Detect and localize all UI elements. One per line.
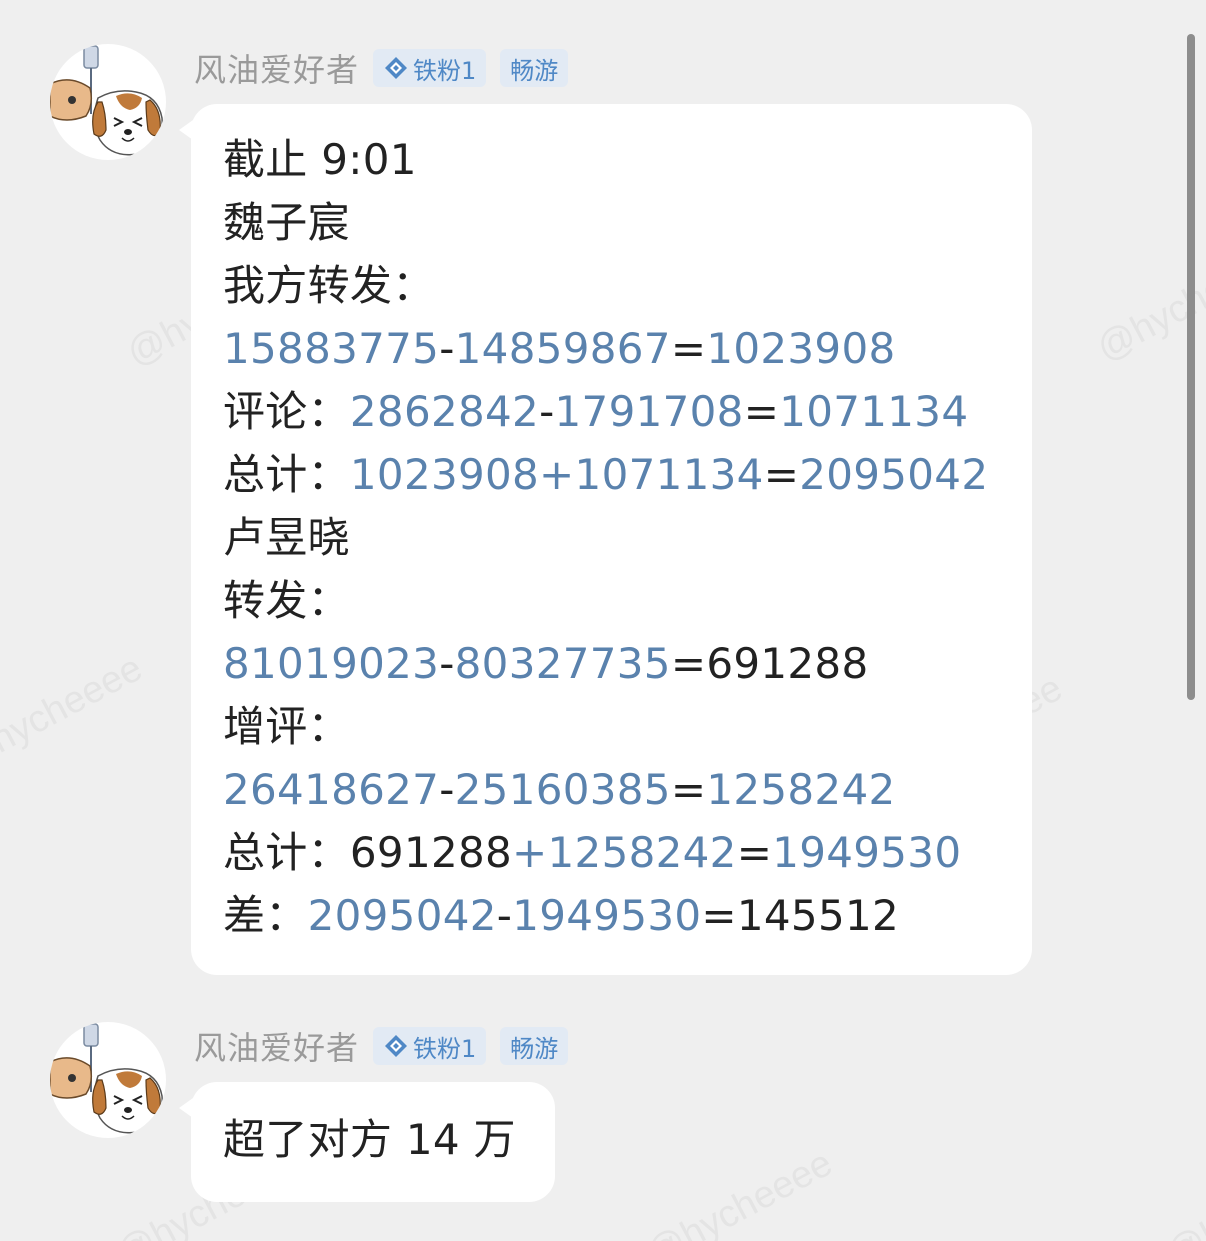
avatar[interactable] xyxy=(50,44,166,160)
scrollbar[interactable] xyxy=(1187,34,1195,700)
message-line: 差：2095042-1949530=145512 xyxy=(223,884,1000,947)
message-bubble[interactable]: 超了对方 14 万 xyxy=(179,1082,555,1202)
number-segment: 2095042 xyxy=(307,891,497,940)
number-segment: 1258242 xyxy=(706,765,896,814)
text-segment: = xyxy=(670,765,707,814)
chat-message: 风油爱好者 铁粉1 畅游 截止 9:01 魏子宸 我方转发： 15883775-148… xyxy=(0,0,1180,1000)
number-segment: 1949530 xyxy=(772,828,962,877)
text-segment: = xyxy=(736,828,773,877)
number-segment: +1258242 xyxy=(512,828,737,877)
number-segment: 81019023 xyxy=(223,639,440,688)
number-segment: 1023908+1071134 xyxy=(349,450,764,499)
text-segment: 超了对方 14 万 xyxy=(223,1115,516,1164)
text-segment: 魏子宸 xyxy=(223,198,350,247)
message-text: 超了对方 14 万 xyxy=(223,1108,523,1171)
sender-row: 风油爱好者 铁粉1 畅游 xyxy=(194,45,569,91)
level-badge[interactable]: 畅游 xyxy=(500,1027,569,1065)
message-bubble[interactable]: 截止 9:01 魏子宸 我方转发： 15883775-14859867=1023908… xyxy=(179,104,1032,975)
diamond-icon xyxy=(385,57,408,79)
number-segment: 14859867 xyxy=(454,324,671,373)
text-segment: = xyxy=(670,324,707,373)
fan-badge[interactable]: 铁粉1 xyxy=(373,49,487,87)
number-segment: 25160385 xyxy=(454,765,671,814)
text-segment: 截止 9:01 xyxy=(223,135,417,184)
number-segment: 15883775 xyxy=(223,324,440,373)
number-segment: 26418627 xyxy=(223,765,440,814)
avatar[interactable] xyxy=(50,1022,166,1138)
text-segment: 总计：691288 xyxy=(223,828,513,877)
dog-avatar-icon xyxy=(50,1023,163,1134)
text-segment: - xyxy=(439,324,455,373)
message-line: 截止 9:01 xyxy=(223,128,1000,191)
text-segment: =691288 xyxy=(670,639,869,688)
message-line: 卢昱晓 xyxy=(223,506,1000,569)
number-segment: 80327735 xyxy=(454,639,671,688)
message-line: 15883775-14859867=1023908 xyxy=(223,317,1000,380)
bubble-tail xyxy=(179,120,193,140)
message-line: 增评： xyxy=(223,695,1000,758)
text-segment: 差： xyxy=(223,891,308,940)
message-line: 81019023-80327735=691288 xyxy=(223,632,1000,695)
message-text: 截止 9:01 魏子宸 我方转发： 15883775-14859867=1023908… xyxy=(223,128,1000,947)
chat-window: @hycheeee @hycheeee @hycheeee @hycheeee … xyxy=(0,0,1206,1241)
dog-avatar-icon xyxy=(50,45,163,156)
message-line: 魏子宸 xyxy=(223,191,1000,254)
sender-name[interactable]: 风油爱好者 xyxy=(194,45,359,91)
text-segment: - xyxy=(439,639,455,688)
fan-badge[interactable]: 铁粉1 xyxy=(373,1027,487,1065)
text-segment: 卢昱晓 xyxy=(223,513,350,562)
number-segment: 1023908 xyxy=(706,324,896,373)
sender-name[interactable]: 风油爱好者 xyxy=(194,1023,359,1069)
number-segment: 2862842 xyxy=(349,387,540,436)
text-segment: =145512 xyxy=(701,891,900,940)
sender-row: 风油爱好者 铁粉1 畅游 xyxy=(194,1023,569,1069)
text-segment: - xyxy=(496,891,513,940)
number-segment: 1071134 xyxy=(779,387,969,436)
message-line: 超了对方 14 万 xyxy=(223,1108,523,1171)
bubble-tail xyxy=(179,1098,193,1118)
text-segment: 评论： xyxy=(223,387,350,436)
text-segment: 增评： xyxy=(223,702,350,751)
number-segment: 1791708 xyxy=(554,387,744,436)
level-badge-label: 畅游 xyxy=(510,1034,559,1063)
message-line: 评论：2862842-1791708=1071134 xyxy=(223,380,1000,443)
fan-badge-label: 铁粉1 xyxy=(413,56,477,85)
number-segment: 2095042 xyxy=(799,450,989,499)
level-badge[interactable]: 畅游 xyxy=(500,49,569,87)
message-line: 26418627-25160385=1258242 xyxy=(223,758,1000,821)
text-segment: - xyxy=(539,387,555,436)
text-segment: 我方转发： xyxy=(223,261,435,310)
level-badge-label: 畅游 xyxy=(510,56,559,85)
message-line: 总计：691288+1258242=1949530 xyxy=(223,821,1000,884)
message-line: 转发： xyxy=(223,569,1000,632)
message-line: 总计：1023908+1071134=2095042 xyxy=(223,443,1000,506)
text-segment: 总计： xyxy=(223,450,350,499)
text-segment: 转发： xyxy=(223,576,350,625)
diamond-icon xyxy=(385,1035,408,1057)
message-line: 我方转发： xyxy=(223,254,1000,317)
text-segment: = xyxy=(743,387,780,436)
text-segment: - xyxy=(439,765,455,814)
chat-message: 风油爱好者 铁粉1 畅游 超了对方 14 万 xyxy=(0,1000,1180,1220)
number-segment: 1949530 xyxy=(512,891,702,940)
fan-badge-label: 铁粉1 xyxy=(413,1034,477,1063)
text-segment: = xyxy=(763,450,800,499)
